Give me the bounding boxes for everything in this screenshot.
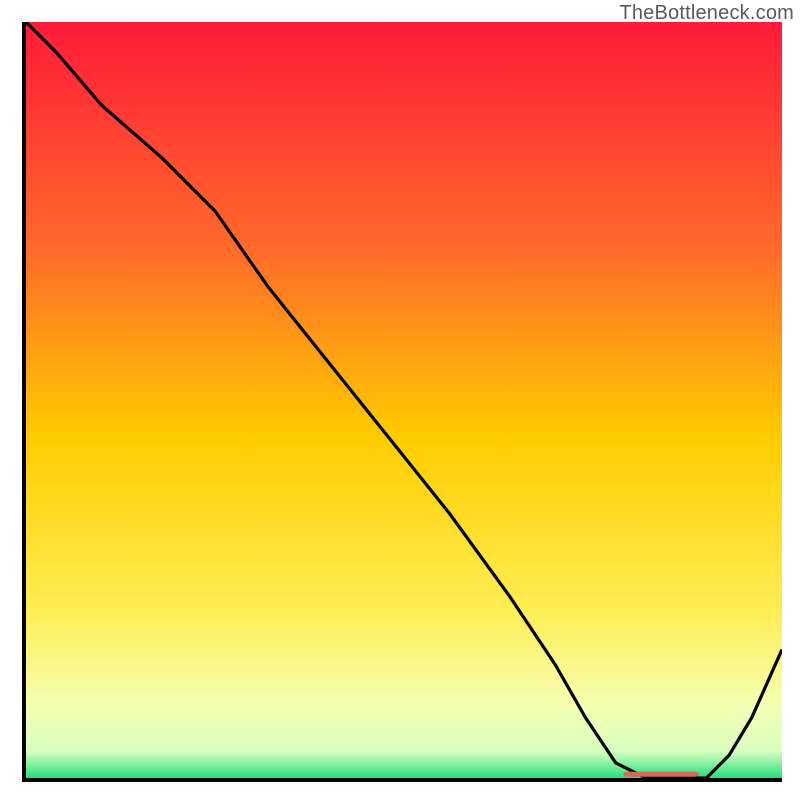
chart-container: TheBottleneck.com (0, 0, 800, 800)
chart-svg (26, 22, 782, 778)
gradient-fill (26, 22, 782, 778)
plot-area (22, 22, 782, 782)
optimal-range-marker (623, 772, 699, 777)
